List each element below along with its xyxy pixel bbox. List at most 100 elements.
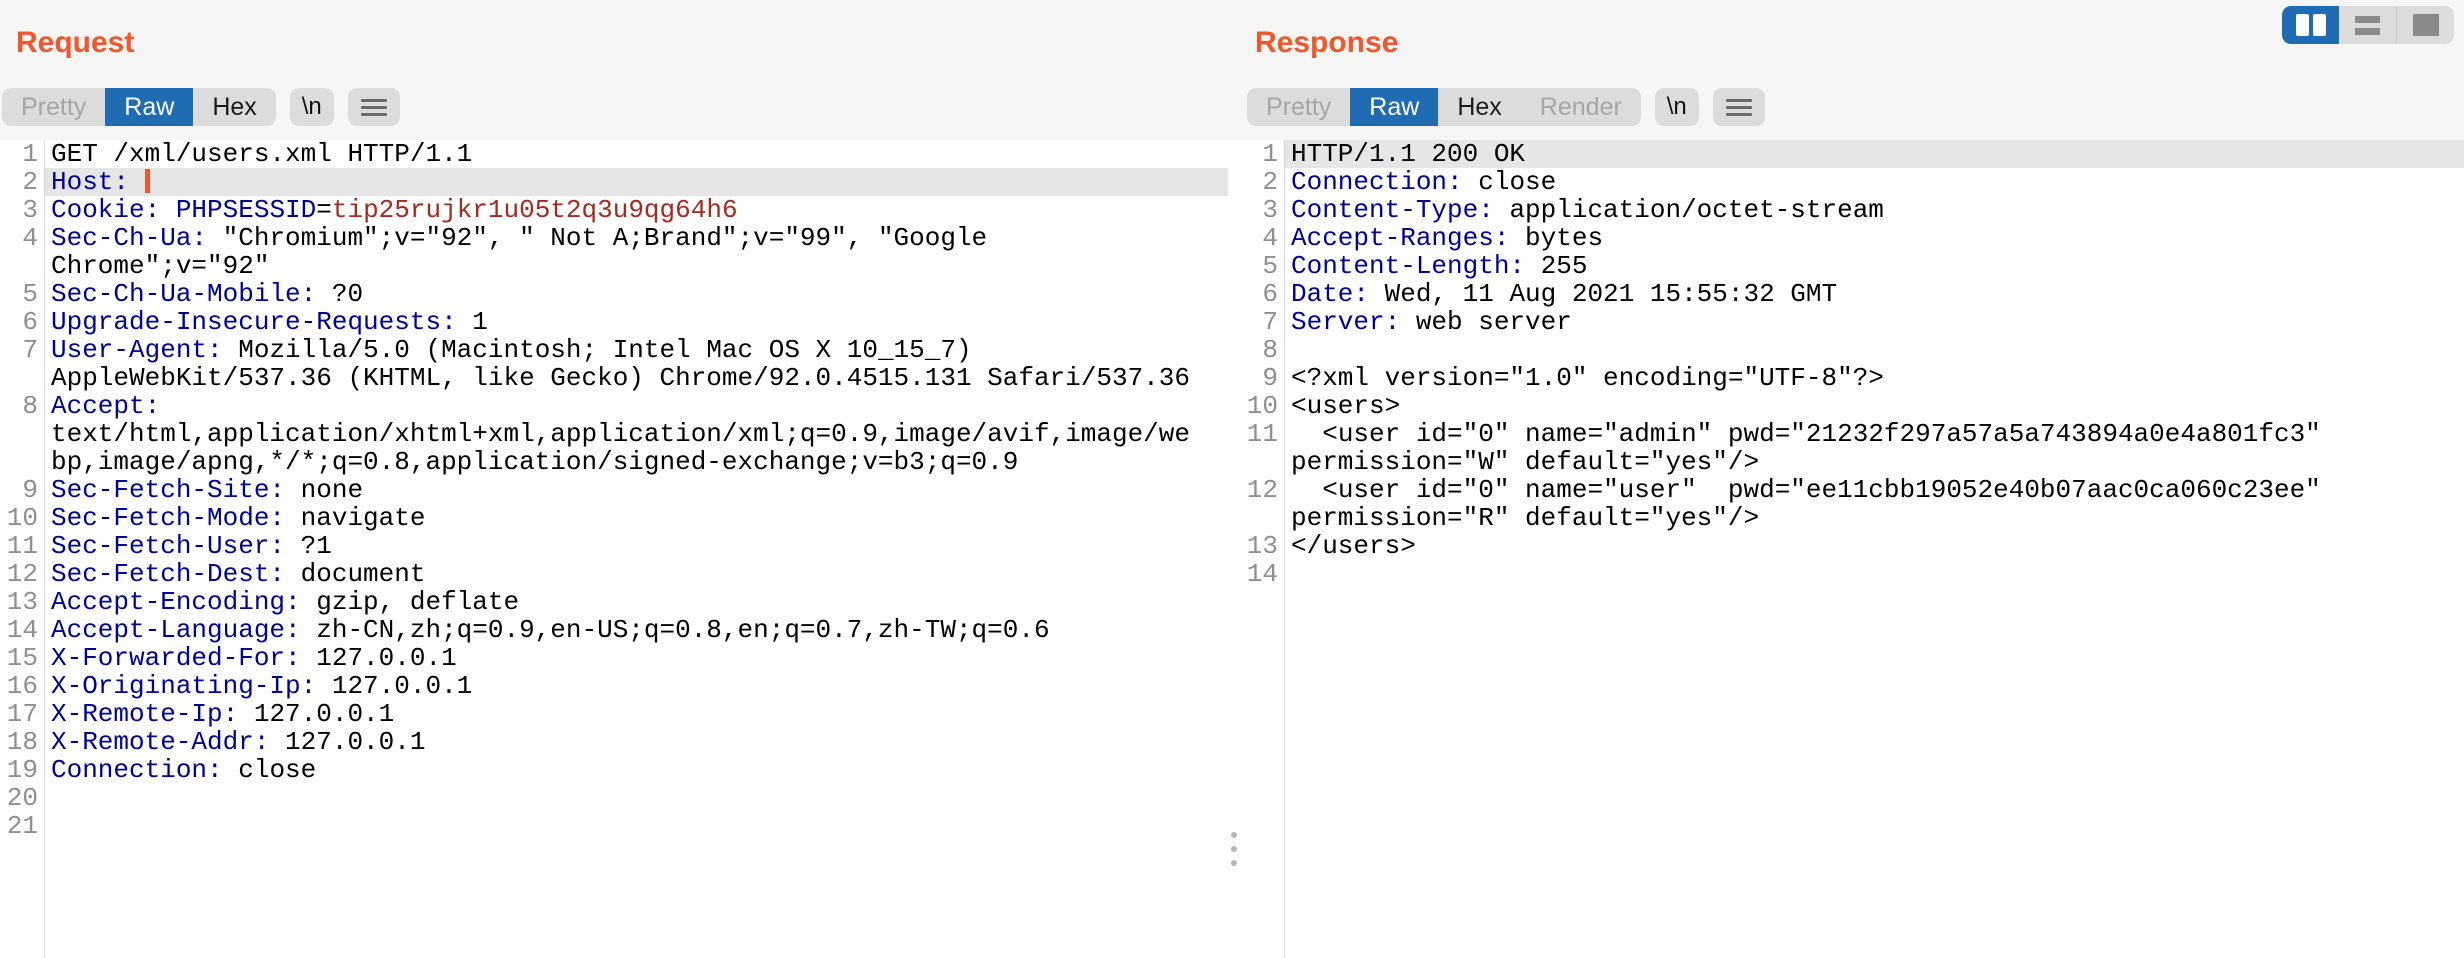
line-number: 10 [1240, 392, 1284, 420]
hamburger-icon [361, 99, 387, 102]
line-content: </users> [1285, 532, 2464, 560]
line-number: 10 [0, 504, 44, 532]
line-number: 3 [1240, 196, 1284, 224]
tab-pretty[interactable]: Pretty [1247, 88, 1350, 126]
tab-hex[interactable]: Hex [1438, 88, 1520, 126]
code-line: 9<?xml version="1.0" encoding="UTF-8"?> [1240, 364, 2464, 392]
split-rows-icon [2355, 16, 2380, 35]
code-line: 21 [0, 812, 1228, 840]
request-editor[interactable]: 1GET /xml/users.xml HTTP/1.12Host: 3Cook… [0, 140, 1228, 958]
line-content: Accept-Ranges: bytes [1285, 224, 2464, 252]
code-line: 1HTTP/1.1 200 OK [1240, 140, 2464, 168]
line-number: 11 [1240, 420, 1284, 476]
line-number: 6 [0, 308, 44, 336]
line-content: Sec-Ch-Ua-Mobile: ?0 [45, 280, 1228, 308]
code-line: 14 [1240, 560, 2464, 588]
layout-switcher [2282, 6, 2454, 44]
split-columns-button[interactable] [2282, 6, 2339, 44]
split-columns-icon [2313, 14, 2326, 36]
code-line: 2Connection: close [1240, 168, 2464, 196]
code-line: 9Sec-Fetch-Site: none [0, 476, 1228, 504]
line-content: <users> [1285, 392, 2464, 420]
splitter-dot-icon [1231, 832, 1237, 838]
tab-render[interactable]: Render [1521, 88, 1641, 126]
line-number: 8 [1240, 336, 1284, 364]
splitter-dot-icon [1231, 846, 1237, 852]
line-content [1285, 560, 2464, 588]
line-content: Sec-Fetch-Dest: document [45, 560, 1228, 588]
line-number: 11 [0, 532, 44, 560]
code-line: 8 [1240, 336, 2464, 364]
response-newline-toggle-button[interactable]: \n [1655, 88, 1699, 126]
code-line: 1GET /xml/users.xml HTTP/1.1 [0, 140, 1228, 168]
response-view-tabs: PrettyRawHexRender [1247, 88, 1641, 126]
text-cursor [145, 169, 150, 193]
line-number: 12 [1240, 476, 1284, 532]
code-line: 12Sec-Fetch-Dest: document [0, 560, 1228, 588]
line-number: 13 [1240, 532, 1284, 560]
tab-pretty[interactable]: Pretty [2, 88, 105, 126]
code-line: 6Upgrade-Insecure-Requests: 1 [0, 308, 1228, 336]
line-number: 20 [0, 784, 44, 812]
line-content: X-Originating-Ip: 127.0.0.1 [45, 672, 1228, 700]
hamburger-icon [1726, 99, 1752, 102]
line-content: Sec-Fetch-Site: none [45, 476, 1228, 504]
line-number: 18 [0, 728, 44, 756]
tab-raw[interactable]: Raw [1350, 88, 1438, 126]
code-line: 5Sec-Ch-Ua-Mobile: ?0 [0, 280, 1228, 308]
line-number: 3 [0, 196, 44, 224]
line-number: 16 [0, 672, 44, 700]
tab-raw[interactable]: Raw [105, 88, 193, 126]
line-number: 9 [1240, 364, 1284, 392]
line-number: 14 [1240, 560, 1284, 588]
split-rows-button[interactable] [2339, 6, 2396, 44]
request-menu-button[interactable] [348, 88, 400, 126]
request-code-lines: 1GET /xml/users.xml HTTP/1.12Host: 3Cook… [0, 140, 1228, 840]
response-editor[interactable]: 1HTTP/1.1 200 OK2Connection: close3Conte… [1240, 140, 2464, 958]
line-number: 4 [0, 224, 44, 280]
line-content: Connection: close [1285, 168, 2464, 196]
line-number: 1 [0, 140, 44, 168]
code-line: 19Connection: close [0, 756, 1228, 784]
single-pane-button[interactable] [2396, 6, 2454, 44]
line-content: X-Remote-Ip: 127.0.0.1 [45, 700, 1228, 728]
line-content: Sec-Ch-Ua: "Chromium";v="92", " Not A;Br… [45, 224, 1228, 280]
request-newline-toggle-button[interactable]: \n [290, 88, 334, 126]
line-content: Server: web server [1285, 308, 2464, 336]
code-line: 3Cookie: PHPSESSID=tip25rujkr1u05t2q3u9q… [0, 196, 1228, 224]
splitter-handle[interactable] [1230, 832, 1238, 866]
line-content: Sec-Fetch-Mode: navigate [45, 504, 1228, 532]
hamburger-icon [1726, 113, 1752, 116]
code-line: 8Accept: text/html,application/xhtml+xml… [0, 392, 1228, 476]
code-line: 2Host: [0, 168, 1228, 196]
response-code-lines: 1HTTP/1.1 200 OK2Connection: close3Conte… [1240, 140, 2464, 588]
line-number: 14 [0, 616, 44, 644]
line-number: 12 [0, 560, 44, 588]
tab-hex[interactable]: Hex [193, 88, 275, 126]
code-line: 11Sec-Fetch-User: ?1 [0, 532, 1228, 560]
code-line: 11 <user id="0" name="admin" pwd="21232f… [1240, 420, 2464, 476]
code-line: 4Accept-Ranges: bytes [1240, 224, 2464, 252]
line-number: 17 [0, 700, 44, 728]
line-content [45, 784, 1228, 812]
code-line: 18X-Remote-Addr: 127.0.0.1 [0, 728, 1228, 756]
request-view-tabs: PrettyRawHex [2, 88, 276, 126]
code-line: 7User-Agent: Mozilla/5.0 (Macintosh; Int… [0, 336, 1228, 392]
hamburger-icon [1726, 106, 1752, 109]
line-content: Accept-Language: zh-CN,zh;q=0.9,en-US;q=… [45, 616, 1228, 644]
line-number: 2 [1240, 168, 1284, 196]
single-pane-icon [2413, 14, 2439, 36]
line-number: 8 [0, 392, 44, 476]
line-content: HTTP/1.1 200 OK [1285, 140, 2464, 168]
line-number: 4 [1240, 224, 1284, 252]
line-number: 7 [0, 336, 44, 392]
response-menu-button[interactable] [1713, 88, 1765, 126]
code-line: 3Content-Type: application/octet-stream [1240, 196, 2464, 224]
line-content: Sec-Fetch-User: ?1 [45, 532, 1228, 560]
line-content: <user id="0" name="user" pwd="ee11cbb190… [1285, 476, 2464, 532]
code-line: 12 <user id="0" name="user" pwd="ee11cbb… [1240, 476, 2464, 532]
code-line: 17X-Remote-Ip: 127.0.0.1 [0, 700, 1228, 728]
code-line: 15X-Forwarded-For: 127.0.0.1 [0, 644, 1228, 672]
line-content: X-Remote-Addr: 127.0.0.1 [45, 728, 1228, 756]
code-line: 4Sec-Ch-Ua: "Chromium";v="92", " Not A;B… [0, 224, 1228, 280]
